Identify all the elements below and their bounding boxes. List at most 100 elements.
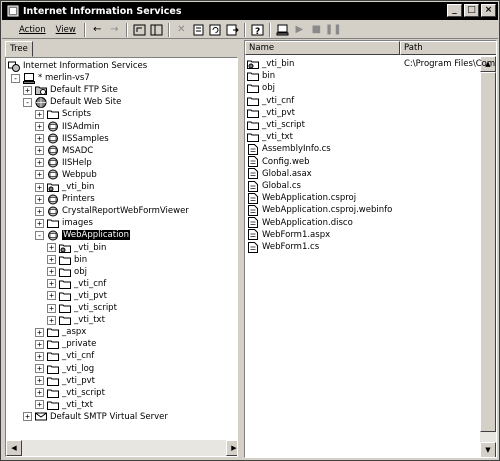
tree-item[interactable]: + obj [47, 266, 87, 278]
expand-icon[interactable]: + [35, 170, 44, 180]
expand-icon[interactable]: + [35, 206, 44, 216]
export-list-icon[interactable] [224, 22, 241, 37]
delete-icon[interactable]: ✕ [173, 22, 190, 37]
close-button[interactable]: × [481, 4, 496, 17]
expand-icon[interactable]: + [47, 267, 56, 277]
list-item[interactable]: WebApplication.disco [247, 217, 481, 229]
collapse-icon[interactable]: - [11, 73, 20, 83]
list-item[interactable]: WebApplication.csproj.webinfo [247, 204, 481, 216]
tree-item[interactable]: + _vti_script [35, 387, 105, 399]
tree-item[interactable]: + _aspx [35, 326, 86, 338]
expand-icon[interactable]: + [23, 85, 32, 95]
expand-icon[interactable]: + [47, 255, 56, 265]
pause-icon[interactable]: ❚❚ [325, 22, 342, 37]
tree-item[interactable]: + _vti_txt [35, 399, 93, 411]
back-icon[interactable]: ← [89, 22, 106, 37]
computer-icon[interactable] [274, 22, 291, 37]
scroll-thumb[interactable] [480, 72, 496, 432]
help-icon[interactable]: ? [249, 22, 266, 37]
column-header-name[interactable]: Name [245, 41, 400, 55]
tree-item[interactable]: - WebApplication [35, 229, 131, 241]
scroll-left-icon[interactable]: ◀ [6, 440, 22, 456]
collapse-icon[interactable]: - [35, 230, 44, 240]
column-header-path[interactable]: Path [400, 41, 496, 55]
tree-item[interactable]: + Default FTP Site [23, 84, 118, 96]
minimize-button[interactable]: _ [447, 4, 462, 17]
list-item[interactable]: _vti_pvt [247, 107, 481, 119]
expand-icon[interactable]: + [35, 109, 44, 119]
list-item[interactable]: bin [247, 70, 481, 82]
tree-view[interactable]: ◀ ▶ Internet Information Services - * merl… [5, 57, 238, 457]
tab-tree[interactable]: Tree [5, 41, 33, 57]
tree-item[interactable]: + IISSamples [35, 133, 109, 145]
expand-icon[interactable]: + [35, 376, 44, 386]
expand-icon[interactable]: + [35, 400, 44, 410]
start-icon[interactable]: ▶ [291, 22, 308, 37]
list-item[interactable]: _vti_script [247, 119, 481, 131]
tree-item[interactable]: + _vti_pvt [35, 375, 95, 387]
horizontal-scrollbar[interactable]: ◀ ▶ [6, 440, 237, 456]
expand-icon[interactable]: + [35, 327, 44, 337]
expand-icon[interactable]: + [35, 158, 44, 168]
list-item[interactable]: _vti_txt [247, 131, 481, 143]
properties-icon[interactable] [190, 22, 207, 37]
tree-item[interactable]: + _vti_txt [47, 314, 105, 326]
expand-icon[interactable]: + [23, 412, 32, 422]
list-item[interactable]: AssemblyInfo.cs [247, 143, 481, 155]
list-item[interactable]: WebForm1.aspx [247, 229, 481, 241]
up-level-icon[interactable] [131, 22, 148, 37]
tree-item[interactable]: + bin [47, 254, 87, 266]
list-item[interactable]: _vti_cnf [247, 95, 481, 107]
scroll-down-icon[interactable]: ▼ [480, 442, 496, 457]
expand-icon[interactable]: + [35, 122, 44, 131]
expand-icon[interactable]: + [35, 146, 44, 156]
tree-item[interactable]: + Default SMTP Virtual Server [23, 411, 168, 423]
tree-item[interactable]: + Webpub [35, 169, 97, 181]
tree-item[interactable]: + IISAdmin [35, 121, 100, 133]
tree-item[interactable]: + Printers [35, 193, 95, 205]
tree-item[interactable]: + _vti_bin [35, 181, 94, 193]
vertical-scrollbar[interactable]: ▲ ▼ [480, 56, 496, 457]
collapse-icon[interactable]: - [23, 97, 32, 107]
expand-icon[interactable]: + [35, 364, 44, 373]
tree-item[interactable]: + Scripts [35, 108, 91, 120]
expand-icon[interactable]: + [35, 182, 44, 192]
expand-icon[interactable]: + [35, 194, 44, 204]
menu-action[interactable]: Action [14, 25, 51, 35]
expand-icon[interactable]: + [47, 315, 56, 325]
expand-icon[interactable]: + [35, 218, 44, 228]
expand-icon[interactable]: + [35, 134, 44, 144]
expand-icon[interactable]: + [35, 388, 44, 398]
show-tree-icon[interactable] [148, 22, 165, 37]
tree-item[interactable]: + _vti_cnf [47, 278, 106, 290]
expand-icon[interactable]: + [47, 279, 56, 289]
list-item[interactable]: WebApplication.csproj [247, 192, 481, 204]
tree-item[interactable]: - * merlin-vs7 [11, 72, 90, 84]
tree-item[interactable]: + _vti_cnf [35, 350, 94, 362]
expand-icon[interactable]: + [47, 303, 56, 313]
tree-item[interactable]: + _vti_bin [47, 242, 106, 254]
forward-icon[interactable]: → [106, 22, 123, 37]
list-item[interactable]: Global.asax [247, 168, 481, 180]
stop-icon[interactable]: ■ [308, 22, 325, 37]
scroll-right-icon[interactable]: ▶ [226, 440, 237, 456]
tree-item[interactable]: + MSADC [35, 145, 93, 157]
maximize-button[interactable]: □ [464, 4, 479, 17]
tree-item[interactable]: + _vti_log [35, 363, 94, 375]
refresh-icon[interactable] [207, 22, 224, 37]
list-item[interactable]: obj [247, 82, 481, 94]
tree-item[interactable]: + _private [35, 338, 96, 350]
tree-item[interactable]: + IISHelp [35, 157, 92, 169]
expand-icon[interactable]: + [35, 351, 44, 361]
list-item[interactable]: _vti_bin C:\Program Files\Common [247, 58, 496, 70]
list-item[interactable]: Config.web [247, 156, 481, 168]
tree-item[interactable]: + images [35, 217, 93, 229]
expand-icon[interactable]: + [47, 243, 56, 252]
tree-item[interactable]: + _vti_script [47, 302, 117, 314]
menu-view[interactable]: View [51, 25, 81, 35]
tree-item[interactable]: + _vti_pvt [47, 290, 107, 302]
expand-icon[interactable]: + [35, 339, 44, 349]
tree-item[interactable]: - Default Web Site [23, 96, 121, 108]
tree-item[interactable]: + CrystalReportWebFormViewer [35, 205, 189, 217]
list-item[interactable]: WebForm1.cs [247, 241, 481, 253]
